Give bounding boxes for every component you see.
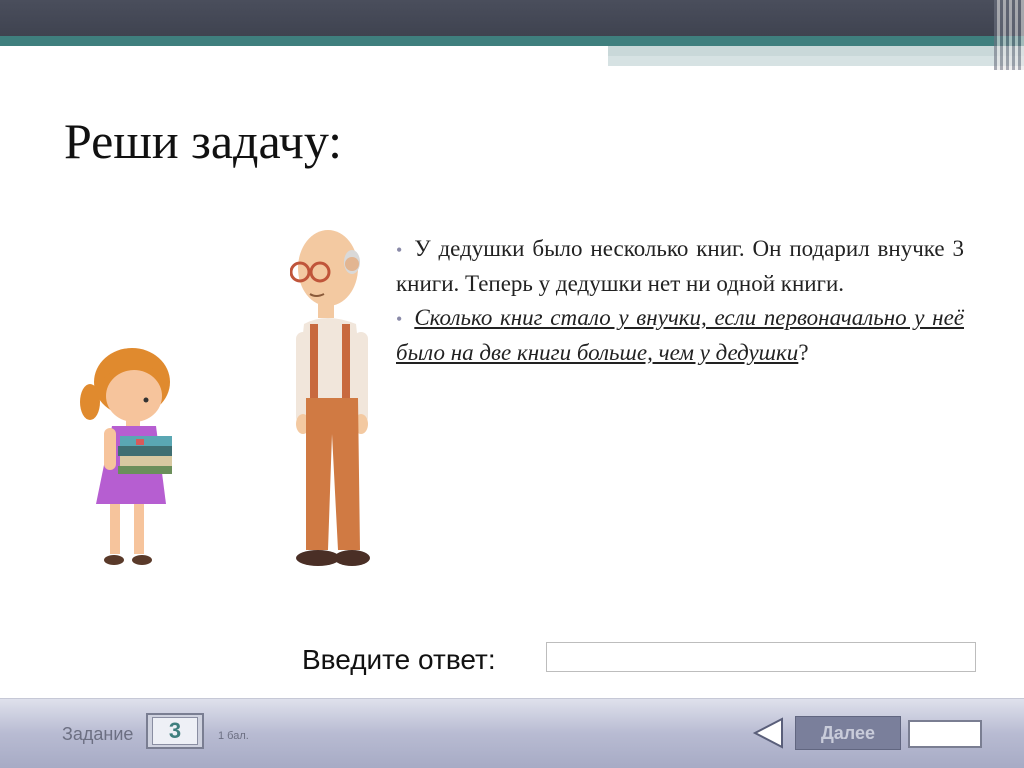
question-mark: ? (798, 340, 809, 365)
footer-blank-box[interactable] (908, 720, 982, 748)
grandfather-illustration (290, 230, 370, 566)
bullet-2-text: Сколько книг стало у внучки, если первон… (396, 305, 964, 365)
next-button[interactable]: Далее (795, 716, 901, 750)
task-number-box: 3 (146, 713, 204, 749)
bullet-1-text: У дедушки было несколько книг. Он подари… (396, 236, 964, 296)
top-accent-band (0, 36, 1024, 46)
bullet-icon: • (396, 309, 403, 329)
task-text: • У дедушки было несколько книг. Он подар… (396, 232, 964, 370)
decorative-stripes (994, 0, 1024, 70)
bullet-1: • У дедушки было несколько книг. Он подар… (396, 232, 964, 301)
score-label: 1 бал. (218, 730, 249, 742)
triangle-left-icon[interactable] (752, 716, 786, 750)
task-label: Задание (62, 724, 134, 744)
answer-label: Введите ответ: (302, 644, 496, 675)
task-number: 3 (152, 717, 198, 745)
bullet-icon: • (396, 240, 403, 260)
girl-with-books-illustration (80, 348, 172, 565)
answer-input[interactable] (546, 642, 976, 672)
bullet-2: • Сколько книг стало у внучки, если перво… (396, 301, 964, 370)
top-bar (0, 0, 1024, 36)
slide-title: Реши задачу: (64, 113, 343, 169)
top-accent-stripe-light (608, 56, 1024, 66)
